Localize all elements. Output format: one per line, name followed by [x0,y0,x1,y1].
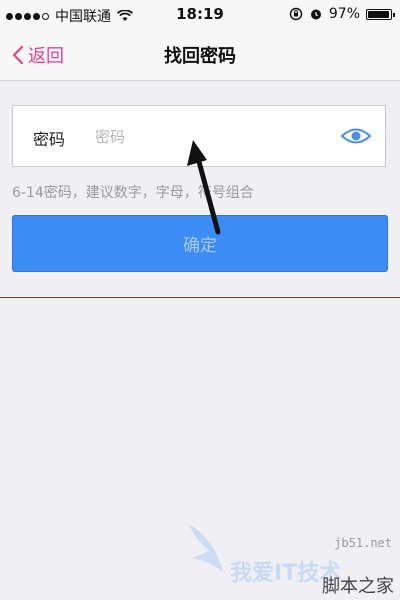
watermark-wing-icon [189,524,223,572]
battery-percent: 97% [328,6,360,22]
nav-bar: 返回 找回密码 [0,30,400,81]
status-right: 97% [289,6,395,22]
eye-icon[interactable] [341,126,371,146]
lock-rotation-icon [289,7,303,21]
password-hint: 6-14密码，建议数字，字母，符号组合 [12,185,254,201]
password-input[interactable] [93,120,327,154]
alarm-icon [310,9,321,20]
annotation-arrow [187,140,221,235]
page-title: 找回密码 [164,46,236,67]
confirm-button[interactable]: 确定 [12,215,388,272]
watermark-site: jb51.net [334,536,392,550]
divider-line [0,297,400,298]
status-bar: 中国联通 18:19 97% [0,0,400,30]
password-field: 密码 [12,105,386,167]
watermark-brand: 脚本之家 [322,576,394,597]
battery-icon [366,8,395,20]
password-label: 密码 [33,130,66,149]
